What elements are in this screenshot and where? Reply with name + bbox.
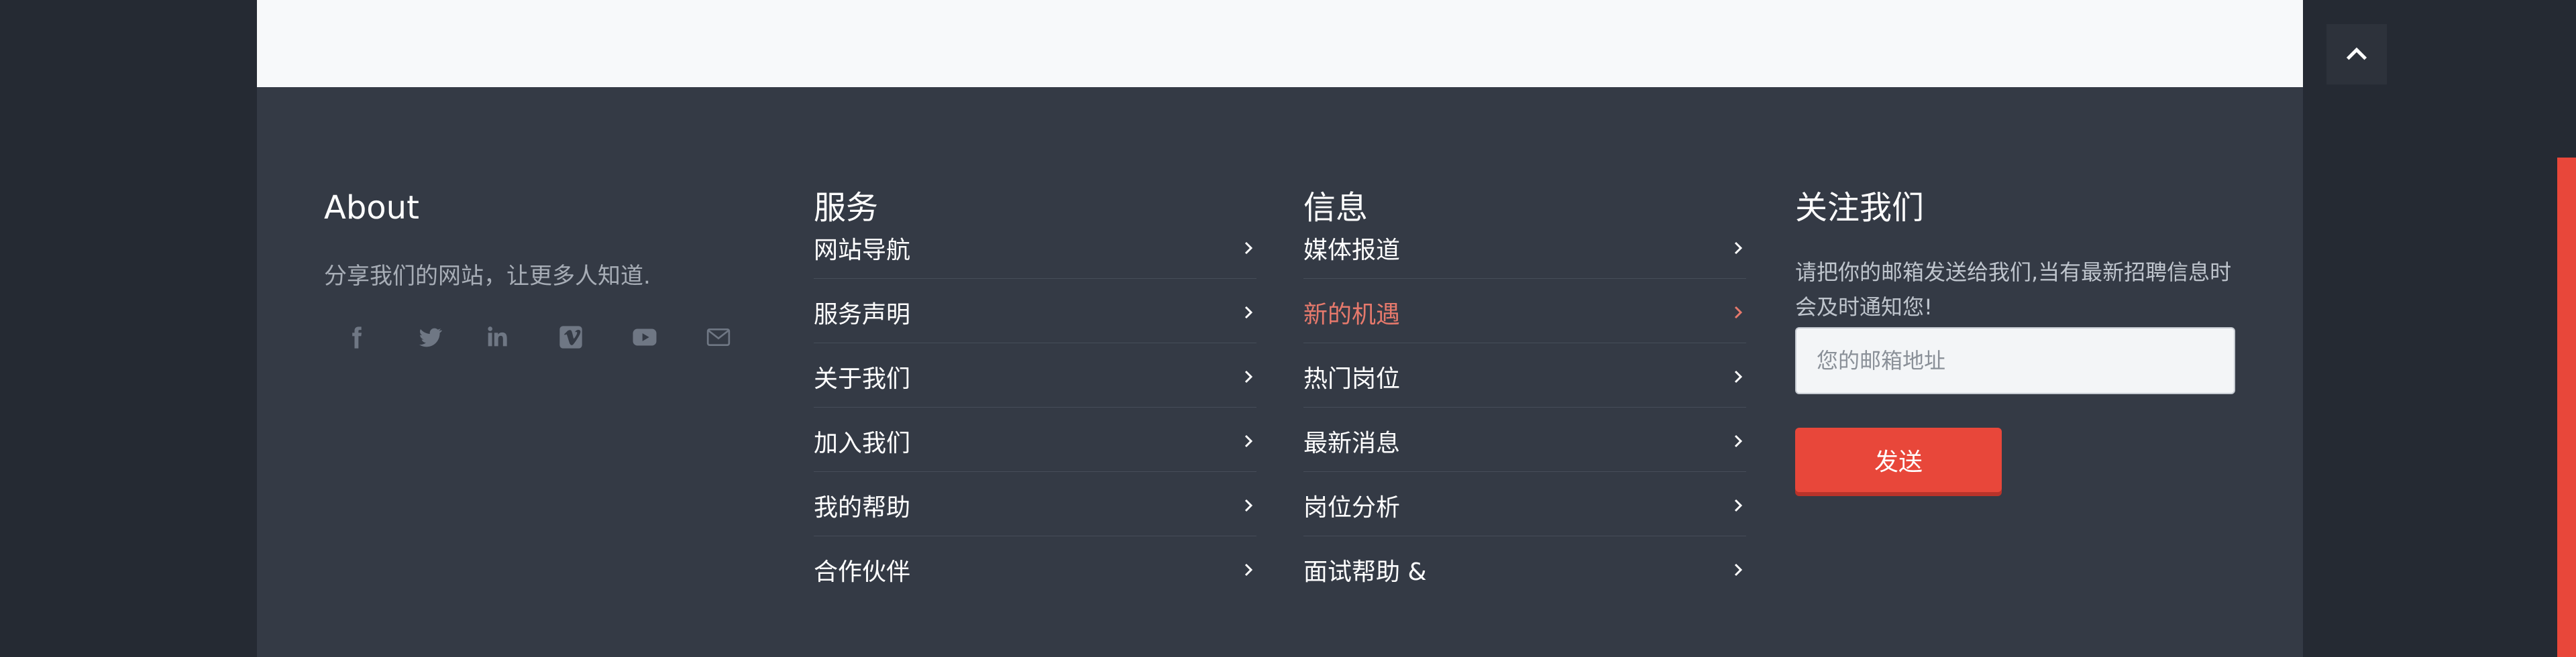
chevron-right-icon bbox=[1734, 563, 1743, 577]
service-link-label: 关于我们 bbox=[814, 365, 911, 393]
service-link-label: 网站导航 bbox=[814, 237, 911, 264]
info-link-label: 热门岗位 bbox=[1303, 365, 1401, 393]
info-link-label: 面试帮助 & bbox=[1303, 558, 1427, 586]
chevron-right-icon bbox=[1244, 434, 1253, 448]
chevron-right-icon bbox=[1734, 499, 1743, 512]
service-link-item[interactable]: 服务声明 bbox=[814, 279, 1256, 343]
chevron-right-icon bbox=[1244, 499, 1253, 512]
service-link-item[interactable]: 加入我们 bbox=[814, 408, 1256, 472]
info-link-item[interactable]: 媒体报道 bbox=[1303, 215, 1746, 279]
service-link-label: 服务声明 bbox=[814, 301, 911, 328]
twitter-icon[interactable] bbox=[410, 317, 450, 357]
follow-title: 关注我们 bbox=[1795, 189, 1925, 227]
about-title: About bbox=[324, 189, 419, 227]
chevron-right-icon bbox=[1734, 434, 1743, 448]
mail-icon[interactable] bbox=[698, 317, 739, 357]
chevron-right-icon bbox=[1734, 241, 1743, 255]
follow-text: 请把你的邮箱发送给我们,当有最新招聘信息时会及时通知您! bbox=[1795, 259, 2232, 320]
content-area-bottom bbox=[257, 0, 2303, 87]
info-link-item[interactable]: 热门岗位 bbox=[1303, 343, 1746, 408]
footer: About 分享我们的网站，让更多人知道. 服务 网站导航 服务声明 关于我们 … bbox=[257, 87, 2303, 657]
chevron-right-icon bbox=[1244, 241, 1253, 255]
info-link-item-active[interactable]: 新的机遇 bbox=[1303, 279, 1746, 343]
info-link-label: 最新消息 bbox=[1303, 430, 1401, 457]
chevron-right-icon bbox=[1244, 563, 1253, 577]
chevron-up-icon bbox=[2346, 47, 2367, 60]
linkedin-icon[interactable] bbox=[477, 317, 517, 357]
back-to-top-button[interactable] bbox=[2326, 24, 2387, 84]
send-button[interactable]: 发送 bbox=[1795, 428, 2002, 492]
service-link-item[interactable]: 关于我们 bbox=[814, 343, 1256, 408]
info-link-label: 岗位分析 bbox=[1303, 494, 1401, 522]
chevron-right-icon bbox=[1734, 306, 1743, 319]
email-field[interactable] bbox=[1795, 327, 2235, 394]
info-link-list: 媒体报道 新的机遇 热门岗位 最新消息 岗位分析 面试帮助 & bbox=[1303, 215, 1746, 600]
service-link-item[interactable]: 合作伙伴 bbox=[814, 536, 1256, 600]
service-link-label: 合作伙伴 bbox=[814, 558, 911, 586]
service-link-item[interactable]: 网站导航 bbox=[814, 215, 1256, 279]
vimeo-icon[interactable] bbox=[551, 317, 591, 357]
info-link-label: 媒体报道 bbox=[1303, 237, 1401, 264]
service-link-list: 网站导航 服务声明 关于我们 加入我们 我的帮助 合作伙伴 bbox=[814, 215, 1256, 600]
info-link-item[interactable]: 面试帮助 & bbox=[1303, 536, 1746, 600]
service-link-label: 我的帮助 bbox=[814, 494, 911, 522]
chevron-right-icon bbox=[1244, 306, 1253, 319]
facebook-icon[interactable] bbox=[336, 317, 376, 357]
chevron-right-icon bbox=[1244, 370, 1253, 383]
scrollbar-thumb[interactable] bbox=[2557, 158, 2576, 657]
chevron-right-icon bbox=[1734, 370, 1743, 383]
info-link-item[interactable]: 最新消息 bbox=[1303, 408, 1746, 472]
info-link-label: 新的机遇 bbox=[1303, 301, 1401, 328]
youtube-icon[interactable] bbox=[625, 317, 665, 357]
service-link-item[interactable]: 我的帮助 bbox=[814, 472, 1256, 536]
service-link-label: 加入我们 bbox=[814, 430, 911, 457]
info-link-item[interactable]: 岗位分析 bbox=[1303, 472, 1746, 536]
about-text: 分享我们的网站，让更多人知道. bbox=[324, 263, 651, 290]
